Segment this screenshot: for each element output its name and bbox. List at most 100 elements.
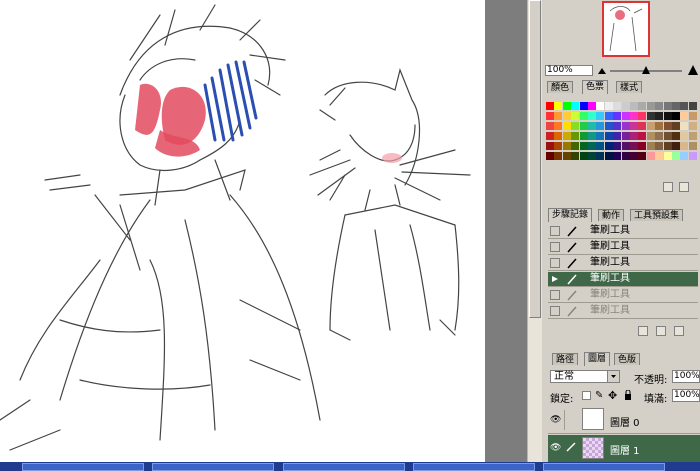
color-swatch[interactable] xyxy=(562,132,571,140)
new-document-from-state-icon[interactable] xyxy=(638,326,648,336)
color-swatch[interactable] xyxy=(588,152,596,160)
color-swatch[interactable] xyxy=(588,132,596,140)
color-swatch[interactable] xyxy=(630,122,638,130)
layer-row[interactable]: 👁 圖層 0 xyxy=(548,406,700,434)
color-swatch[interactable] xyxy=(621,132,630,140)
color-swatch[interactable] xyxy=(571,142,580,150)
color-swatch[interactable] xyxy=(688,132,697,140)
color-swatch[interactable] xyxy=(571,152,580,160)
taskbar-button[interactable] xyxy=(413,463,535,471)
color-swatch[interactable] xyxy=(646,142,655,150)
opacity-field[interactable]: 100% xyxy=(672,370,700,383)
color-swatch[interactable] xyxy=(621,102,630,110)
color-swatch[interactable] xyxy=(630,152,638,160)
tab-swatches[interactable]: 色票 xyxy=(582,80,609,94)
color-swatch[interactable] xyxy=(604,112,613,120)
lock-transparency-icon[interactable] xyxy=(582,391,591,400)
color-swatch[interactable] xyxy=(604,122,613,130)
taskbar-button[interactable] xyxy=(152,463,274,471)
color-swatch[interactable] xyxy=(562,102,571,110)
color-swatch[interactable] xyxy=(571,122,580,130)
color-swatch[interactable] xyxy=(688,122,697,130)
color-swatch[interactable] xyxy=(621,112,630,120)
layer-link-slot[interactable] xyxy=(564,410,577,430)
history-item[interactable]: 筆刷工具 xyxy=(548,304,698,319)
color-swatch[interactable] xyxy=(672,132,680,140)
snapshot-checkbox[interactable] xyxy=(550,226,560,236)
color-swatch[interactable] xyxy=(655,142,664,150)
new-swatch-icon[interactable] xyxy=(663,182,673,192)
zoom-field[interactable]: 100% xyxy=(545,65,593,76)
color-swatch[interactable] xyxy=(680,142,689,150)
color-swatch[interactable] xyxy=(663,152,672,160)
color-swatch[interactable] xyxy=(546,122,554,130)
color-swatch[interactable] xyxy=(638,112,647,120)
color-swatch[interactable] xyxy=(604,142,613,150)
color-swatch[interactable] xyxy=(680,152,689,160)
zoom-slider-handle[interactable] xyxy=(642,66,650,74)
color-swatch[interactable] xyxy=(672,142,680,150)
color-swatch[interactable] xyxy=(579,122,588,130)
lock-image-icon[interactable]: ✎ xyxy=(595,390,603,401)
zoom-in-icon[interactable] xyxy=(688,65,698,75)
color-swatch[interactable] xyxy=(680,122,689,130)
color-swatch[interactable] xyxy=(588,112,596,120)
color-swatch[interactable] xyxy=(546,132,554,140)
color-swatch[interactable] xyxy=(562,142,571,150)
color-swatch[interactable] xyxy=(562,152,571,160)
color-swatch[interactable] xyxy=(546,102,554,110)
color-swatch[interactable] xyxy=(646,152,655,160)
color-swatch[interactable] xyxy=(604,152,613,160)
tab-actions[interactable]: 動作 xyxy=(598,209,625,221)
color-swatch[interactable] xyxy=(571,132,580,140)
color-swatch[interactable] xyxy=(554,112,563,120)
color-swatch[interactable] xyxy=(579,152,588,160)
color-swatch[interactable] xyxy=(630,102,638,110)
fill-field[interactable]: 100% xyxy=(672,389,700,402)
history-list[interactable]: 筆刷工具 筆刷工具 筆刷工具 筆刷工具 筆刷工具 筆刷工具 xyxy=(542,224,700,322)
color-swatch[interactable] xyxy=(579,142,588,150)
tab-tool-presets[interactable]: 工具預設集 xyxy=(630,209,684,221)
layer-name[interactable]: 圖層 1 xyxy=(610,442,640,457)
color-swatch[interactable] xyxy=(680,112,689,120)
color-swatch[interactable] xyxy=(562,112,571,120)
blend-mode-select[interactable]: 正常 xyxy=(550,370,620,383)
color-swatch[interactable] xyxy=(688,112,697,120)
taskbar-button[interactable] xyxy=(283,463,405,471)
color-swatch[interactable] xyxy=(680,102,689,110)
color-swatch[interactable] xyxy=(588,122,596,130)
taskbar-button[interactable] xyxy=(543,463,665,471)
color-swatch[interactable] xyxy=(655,152,664,160)
color-swatch[interactable] xyxy=(621,152,630,160)
color-swatch[interactable] xyxy=(588,102,596,110)
history-item[interactable]: 筆刷工具 xyxy=(548,256,698,271)
canvas-area[interactable] xyxy=(0,0,527,462)
color-swatch[interactable] xyxy=(672,102,680,110)
tab-styles[interactable]: 樣式 xyxy=(616,81,643,93)
color-swatch[interactable] xyxy=(688,142,697,150)
color-swatch[interactable] xyxy=(613,142,622,150)
color-swatch[interactable] xyxy=(663,122,672,130)
tab-channels[interactable]: 色版 xyxy=(614,353,641,365)
canvas-vertical-scrollbar[interactable] xyxy=(527,0,543,462)
layer-row-active[interactable]: 👁 圖層 1 xyxy=(548,435,700,462)
color-swatch[interactable] xyxy=(562,122,571,130)
color-swatch[interactable] xyxy=(621,142,630,150)
zoom-out-icon[interactable] xyxy=(598,66,606,74)
color-swatch[interactable] xyxy=(554,142,563,150)
create-snapshot-icon[interactable] xyxy=(656,326,666,336)
color-swatch[interactable] xyxy=(680,132,689,140)
document-canvas[interactable] xyxy=(0,0,485,462)
color-swatch[interactable] xyxy=(596,132,605,140)
history-item-active[interactable]: 筆刷工具 xyxy=(548,272,698,287)
color-swatch[interactable] xyxy=(655,132,664,140)
color-swatch[interactable] xyxy=(646,122,655,130)
color-swatch[interactable] xyxy=(546,152,554,160)
color-swatch[interactable] xyxy=(613,122,622,130)
color-swatch[interactable] xyxy=(546,112,554,120)
color-swatch[interactable] xyxy=(672,112,680,120)
lock-position-icon[interactable]: ✥ xyxy=(608,389,617,402)
history-item[interactable]: 筆刷工具 xyxy=(548,224,698,239)
delete-state-icon[interactable] xyxy=(674,326,684,336)
color-swatch[interactable] xyxy=(638,132,647,140)
